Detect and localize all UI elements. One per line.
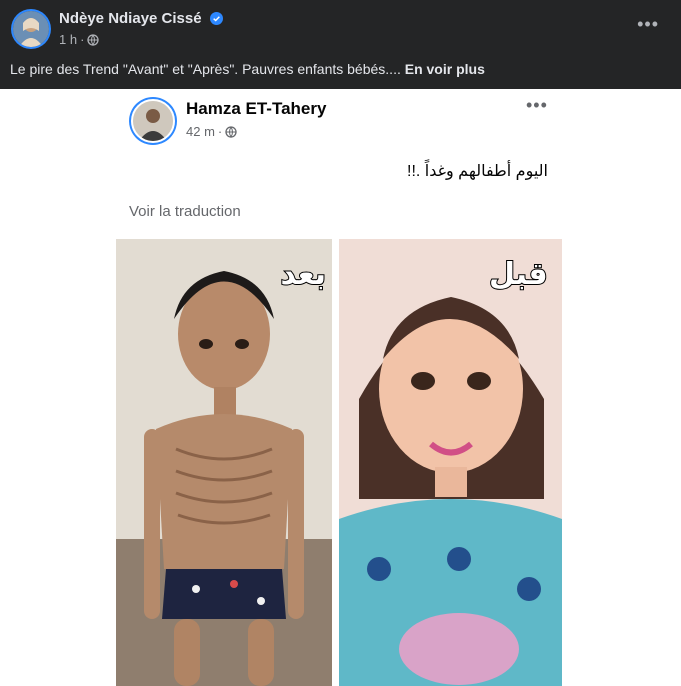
shared-author-avatar (129, 97, 177, 145)
after-label: بعد (279, 257, 327, 292)
post-time[interactable]: 1 h (59, 32, 77, 47)
photo-before: قبل (339, 239, 562, 686)
post-media-screenshot[interactable]: Hamza ET-Tahery 42 m · ••• اليوم أطفالهم … (0, 89, 681, 686)
globe-icon (225, 126, 237, 141)
more-options-button[interactable]: ••• (637, 14, 659, 35)
shared-post-text: اليوم أطفالهم وغداً .!! (407, 163, 548, 180)
author-name[interactable]: Ndèye Ndiaye Cissé (59, 10, 223, 29)
see-translation-link: Voir la traduction (129, 203, 241, 220)
verified-badge-icon (209, 12, 223, 29)
shared-author-name: Hamza ET-Tahery (186, 99, 327, 118)
author-avatar[interactable] (11, 9, 51, 49)
post-header: Ndèye Ndiaye Cissé 1 h · ••• (0, 0, 681, 54)
before-label: قبل (488, 257, 549, 292)
post-caption: Le pire des Trend "Avant" et "Après". Pa… (10, 61, 485, 77)
photo-after: بعد (116, 239, 332, 686)
post-meta: 1 h · (59, 32, 100, 49)
globe-icon (87, 34, 100, 49)
shared-post-meta: 42 m · (186, 124, 237, 141)
see-more-link[interactable]: En voir plus (405, 61, 485, 77)
shared-more-icon: ••• (526, 95, 548, 115)
